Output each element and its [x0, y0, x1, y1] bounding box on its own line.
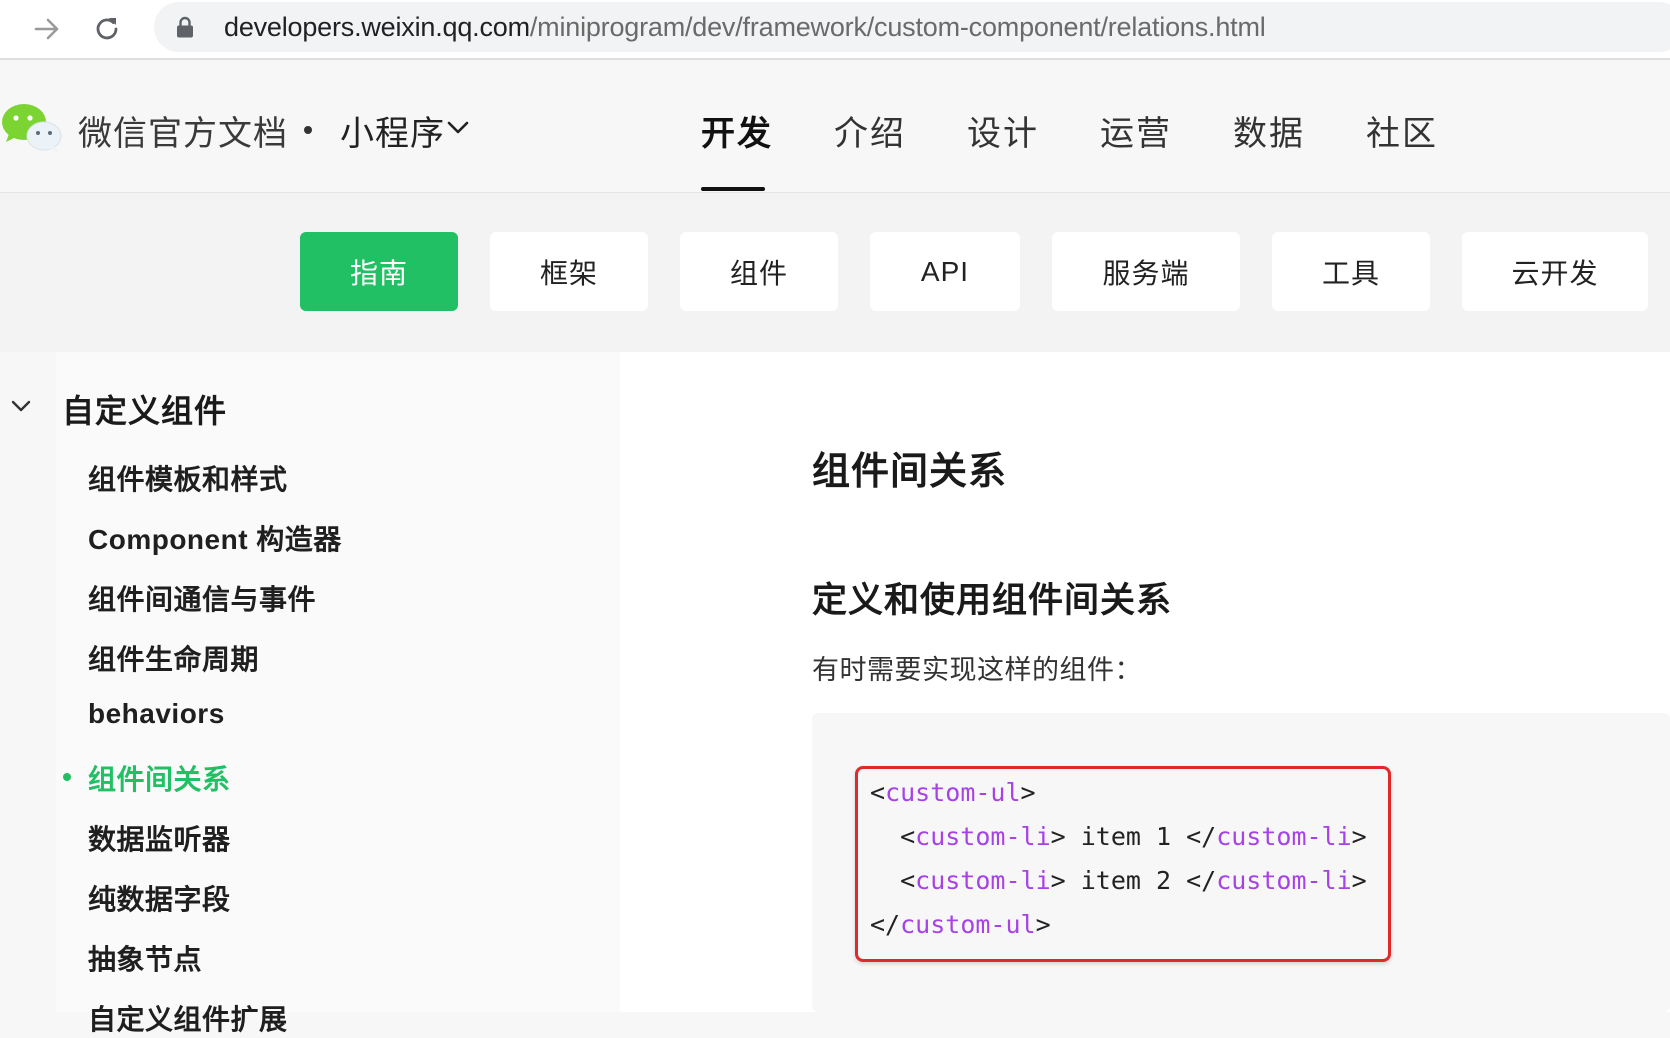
lock-icon: [177, 16, 193, 38]
code-punct: >: [1020, 778, 1036, 807]
sidebar-item[interactable]: 组件间通信与事件: [88, 578, 316, 618]
code-tag: custom-ul: [900, 910, 1036, 939]
section-heading: 定义和使用组件间关系: [812, 581, 1173, 620]
arrow-forward-icon: [34, 18, 59, 40]
forward-button[interactable]: [30, 12, 64, 46]
nav-design[interactable]: 设计: [967, 106, 1039, 155]
code-punct: <: [870, 866, 916, 895]
tab-server[interactable]: 服务端: [1052, 232, 1240, 311]
code-punct: >: [1351, 822, 1367, 851]
chevron-down-icon[interactable]: [446, 118, 470, 136]
sidebar-item[interactable]: behaviors: [88, 698, 225, 730]
sidebar-item[interactable]: 数据监听器: [88, 818, 231, 858]
sidebar-item[interactable]: Component 构造器: [88, 518, 342, 558]
code-tag: custom-li: [915, 822, 1051, 851]
reload-icon: [96, 18, 118, 40]
brand-title[interactable]: 微信官方文档: [78, 106, 288, 155]
url-host: developers.weixin.qq.com: [224, 12, 530, 42]
chevron-down-icon[interactable]: [10, 398, 32, 414]
code-tag: custom-li: [915, 866, 1051, 895]
sidebar-section-title[interactable]: 自定义组件: [62, 386, 227, 432]
tab-api[interactable]: API: [870, 232, 1020, 311]
paragraph-text: 有时需要实现这样的组件：: [812, 655, 1142, 685]
address-bar[interactable]: developers.weixin.qq.com/miniprogram/dev…: [154, 2, 1670, 52]
url-text: developers.weixin.qq.com/miniprogram/dev…: [224, 11, 1266, 43]
code-line: <custom-li> item 1 </custom-li>: [870, 822, 1367, 851]
wechat-logo-icon[interactable]: [0, 100, 64, 156]
browser-toolbar: developers.weixin.qq.com/miniprogram/dev…: [0, 0, 1670, 60]
active-item-bullet: [63, 773, 71, 781]
brand-separator-dot: [304, 126, 312, 134]
sidebar-item[interactable]: 自定义组件扩展: [88, 998, 288, 1038]
sidebar-item[interactable]: 组件模板和样式: [88, 458, 288, 498]
tab-framework[interactable]: 框架: [490, 232, 648, 311]
nav-community[interactable]: 社区: [1366, 106, 1438, 155]
page-title: 组件间关系: [812, 451, 1008, 493]
nav-active-underline: [701, 187, 765, 191]
code-line: <custom-ul>: [870, 778, 1036, 807]
nav-data[interactable]: 数据: [1233, 106, 1305, 155]
code-tag: custom-li: [1216, 822, 1352, 851]
code-punct: >: [1351, 866, 1367, 895]
sidebar-item[interactable]: 抽象节点: [88, 938, 202, 978]
nav-operations[interactable]: 运营: [1100, 106, 1172, 155]
nav-intro[interactable]: 介绍: [834, 106, 906, 155]
code-text: > item 1 </: [1050, 822, 1217, 851]
nav-develop[interactable]: 开发: [701, 106, 773, 155]
code-punct: <: [870, 822, 916, 851]
url-path: /miniprogram/dev/framework/custom-compon…: [529, 12, 1266, 42]
tab-guide[interactable]: 指南: [300, 232, 458, 311]
tab-cloud[interactable]: 云开发: [1462, 232, 1648, 311]
sidebar-item[interactable]: 组件生命周期: [88, 638, 259, 678]
code-tag: custom-ul: [885, 778, 1021, 807]
code-tag: custom-li: [1216, 866, 1352, 895]
product-selector[interactable]: 小程序: [340, 106, 445, 155]
code-line: </custom-ul>: [870, 910, 1051, 939]
code-punct: <: [870, 778, 886, 807]
code-line: <custom-li> item 2 </custom-li>: [870, 866, 1367, 895]
reload-button[interactable]: [90, 12, 124, 46]
code-punct: </: [870, 910, 901, 939]
code-text: > item 2 </: [1050, 866, 1217, 895]
tab-components[interactable]: 组件: [680, 232, 838, 311]
tab-tools[interactable]: 工具: [1272, 232, 1430, 311]
sidebar-item[interactable]: 纯数据字段: [88, 878, 231, 918]
code-punct: >: [1035, 910, 1051, 939]
sidebar-item-active[interactable]: 组件间关系: [88, 758, 231, 798]
